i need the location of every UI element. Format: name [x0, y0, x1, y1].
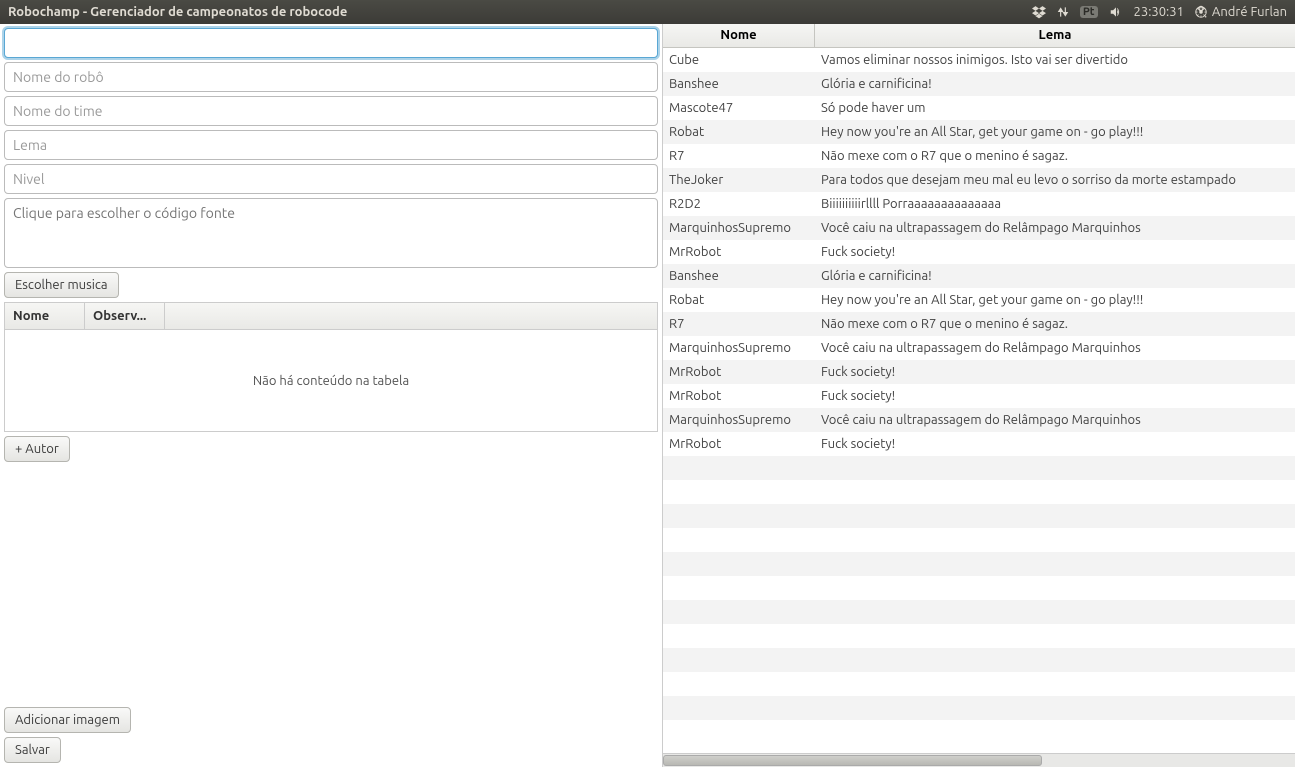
- cell-nome: MarquinhosSupremo: [663, 413, 815, 427]
- lema-input[interactable]: [4, 130, 658, 160]
- table-row[interactable]: R7Não mexe com o R7 que o menino é sagaz…: [663, 312, 1295, 336]
- cell-lema: Só pode haver um: [815, 101, 1295, 115]
- scrollbar-thumb[interactable]: [663, 755, 1042, 766]
- table-row[interactable]: CubeVamos eliminar nossos inimigos. Isto…: [663, 48, 1295, 72]
- add-author-button[interactable]: + Autor: [4, 436, 70, 462]
- cell-nome: Robat: [663, 125, 815, 139]
- cell-lema: Biiiiiiiiiirllll Porraaaaaaaaaaaaaa: [815, 197, 1295, 211]
- cell-nome: Banshee: [663, 77, 815, 91]
- table-row-empty: [663, 648, 1295, 672]
- horizontal-scrollbar[interactable]: [663, 753, 1295, 767]
- cell-lema: Fuck society!: [815, 389, 1295, 403]
- network-icon[interactable]: [1056, 5, 1070, 19]
- table-row[interactable]: MrRobotFuck society!: [663, 360, 1295, 384]
- table-row[interactable]: RobatHey now you're an All Star, get you…: [663, 120, 1295, 144]
- cell-nome: MrRobot: [663, 365, 815, 379]
- cell-nome: Cube: [663, 53, 815, 67]
- cell-lema: Glória e carnificina!: [815, 77, 1295, 91]
- cell-lema: Fuck society!: [815, 365, 1295, 379]
- robots-table-body[interactable]: CubeVamos eliminar nossos inimigos. Isto…: [663, 48, 1295, 753]
- user-menu[interactable]: André Furlan: [1194, 5, 1287, 19]
- authors-table-empty: Não há conteúdo na tabela: [5, 330, 657, 431]
- team-name-input[interactable]: [4, 96, 658, 126]
- window-title: Robochamp - Gerenciador de campeonatos d…: [8, 5, 1032, 19]
- cell-lema: Hey now you're an All Star, get your gam…: [815, 293, 1295, 307]
- table-row[interactable]: MrRobotFuck society!: [663, 240, 1295, 264]
- nivel-input[interactable]: [4, 164, 658, 194]
- keyboard-layout-indicator[interactable]: Pt: [1080, 6, 1098, 18]
- table-row[interactable]: BansheeGlória e carnificina!: [663, 72, 1295, 96]
- authors-table-col-observ[interactable]: Observ...: [85, 303, 165, 329]
- cell-lema: Para todos que desejam meu mal eu levo o…: [815, 173, 1295, 187]
- table-row[interactable]: BansheeGlória e carnificina!: [663, 264, 1295, 288]
- robot-name-input[interactable]: [4, 62, 658, 92]
- cell-nome: R7: [663, 317, 815, 331]
- cell-lema: Vamos eliminar nossos inimigos. Isto vai…: [815, 53, 1295, 67]
- window-titlebar: Robochamp - Gerenciador de campeonatos d…: [0, 0, 1295, 24]
- table-row-empty: [663, 552, 1295, 576]
- cell-lema: Não mexe com o R7 que o menino é sagaz.: [815, 317, 1295, 331]
- robots-table-col-nome[interactable]: Nome: [663, 24, 815, 47]
- volume-icon[interactable]: [1108, 5, 1124, 19]
- dropbox-icon[interactable]: [1032, 5, 1046, 19]
- cell-lema: Glória e carnificina!: [815, 269, 1295, 283]
- source-code-textarea[interactable]: [4, 198, 658, 268]
- table-row[interactable]: MrRobotFuck society!: [663, 384, 1295, 408]
- table-row-empty: [663, 672, 1295, 696]
- cell-nome: MarquinhosSupremo: [663, 341, 815, 355]
- cell-nome: MrRobot: [663, 437, 815, 451]
- table-row-empty: [663, 600, 1295, 624]
- cell-lema: Você caiu na ultrapassagem do Relâmpago …: [815, 413, 1295, 427]
- table-row[interactable]: R2D2Biiiiiiiiiirllll Porraaaaaaaaaaaaaa: [663, 192, 1295, 216]
- robots-list-panel: Nome Lema CubeVamos eliminar nossos inim…: [662, 24, 1295, 767]
- authors-table-col-nome[interactable]: Nome: [5, 303, 85, 329]
- table-row-empty: [663, 576, 1295, 600]
- save-button[interactable]: Salvar: [4, 737, 61, 763]
- form-panel: Escolher musica Nome Observ... Não há co…: [0, 24, 662, 767]
- cell-lema: Fuck society!: [815, 245, 1295, 259]
- cell-nome: Banshee: [663, 269, 815, 283]
- table-row[interactable]: MarquinhosSupremoVocê caiu na ultrapassa…: [663, 336, 1295, 360]
- robots-table-col-lema[interactable]: Lema: [815, 24, 1295, 47]
- table-row[interactable]: TheJokerPara todos que desejam meu mal e…: [663, 168, 1295, 192]
- cell-nome: MrRobot: [663, 389, 815, 403]
- authors-table: Nome Observ... Não há conteúdo na tabela: [4, 302, 658, 432]
- clock[interactable]: 23:30:31: [1134, 5, 1184, 19]
- cell-nome: MrRobot: [663, 245, 815, 259]
- table-row-empty: [663, 624, 1295, 648]
- cell-lema: Hey now you're an All Star, get your gam…: [815, 125, 1295, 139]
- table-row[interactable]: R7Não mexe com o R7 que o menino é sagaz…: [663, 144, 1295, 168]
- table-row-empty: [663, 696, 1295, 720]
- cell-nome: TheJoker: [663, 173, 815, 187]
- system-tray: Pt 23:30:31 André Furlan: [1032, 5, 1287, 19]
- choose-music-button[interactable]: Escolher musica: [4, 272, 119, 298]
- table-row[interactable]: MarquinhosSupremoVocê caiu na ultrapassa…: [663, 216, 1295, 240]
- table-row-empty: [663, 480, 1295, 504]
- add-image-button[interactable]: Adicionar imagem: [4, 707, 131, 733]
- cell-nome: MarquinhosSupremo: [663, 221, 815, 235]
- table-row[interactable]: Mascote47Só pode haver um: [663, 96, 1295, 120]
- cell-nome: R7: [663, 149, 815, 163]
- cell-lema: Você caiu na ultrapassagem do Relâmpago …: [815, 221, 1295, 235]
- cell-nome: Robat: [663, 293, 815, 307]
- table-row-empty: [663, 720, 1295, 744]
- table-row[interactable]: RobatHey now you're an All Star, get you…: [663, 288, 1295, 312]
- table-row-empty: [663, 504, 1295, 528]
- table-row-empty: [663, 528, 1295, 552]
- id-input[interactable]: [4, 28, 658, 58]
- user-name: André Furlan: [1212, 5, 1287, 19]
- robots-table-header: Nome Lema: [663, 24, 1295, 48]
- table-row-empty: [663, 456, 1295, 480]
- cell-lema: Fuck society!: [815, 437, 1295, 451]
- table-row[interactable]: MrRobotFuck society!: [663, 432, 1295, 456]
- table-row[interactable]: MarquinhosSupremoVocê caiu na ultrapassa…: [663, 408, 1295, 432]
- cell-nome: Mascote47: [663, 101, 815, 115]
- cell-lema: Você caiu na ultrapassagem do Relâmpago …: [815, 341, 1295, 355]
- cell-nome: R2D2: [663, 197, 815, 211]
- cell-lema: Não mexe com o R7 que o menino é sagaz.: [815, 149, 1295, 163]
